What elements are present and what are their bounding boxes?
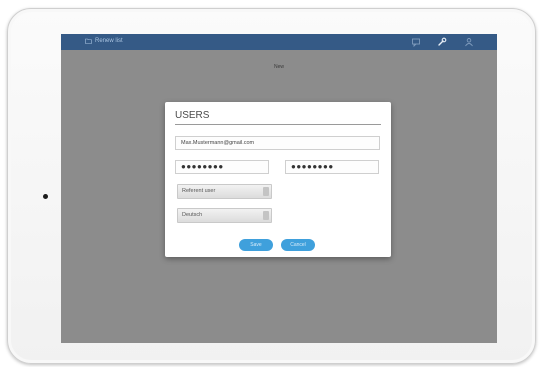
user-icon[interactable] bbox=[464, 37, 474, 47]
chat-icon[interactable] bbox=[411, 37, 421, 47]
password-field[interactable]: ●●●●●●●● bbox=[175, 160, 269, 174]
email-field[interactable]: Max.Mustermann@gmail.com bbox=[175, 136, 380, 150]
language-select[interactable]: Deutsch bbox=[177, 208, 272, 223]
cancel-button[interactable]: Cancel bbox=[281, 239, 315, 251]
app-screen: Renew list New USERS Max.Mustermann@gmai… bbox=[61, 34, 497, 343]
dialog-title: USERS bbox=[175, 110, 210, 121]
users-dialog: USERS Max.Mustermann@gmail.com ●●●●●●●● … bbox=[165, 102, 391, 257]
page-subtitle: New bbox=[273, 64, 284, 70]
dropdown-handle-icon bbox=[263, 211, 269, 220]
save-button[interactable]: Save bbox=[239, 239, 273, 251]
header-title-group[interactable]: Renew list bbox=[85, 38, 123, 44]
top-bar: Renew list bbox=[61, 34, 497, 50]
title-divider bbox=[175, 124, 381, 125]
wrench-icon[interactable] bbox=[437, 37, 447, 47]
folder-icon bbox=[85, 38, 92, 44]
header-title: Renew list bbox=[95, 38, 123, 44]
role-select-value: Referent user bbox=[182, 188, 216, 194]
role-select[interactable]: Referent user bbox=[177, 184, 272, 199]
dropdown-handle-icon bbox=[263, 187, 269, 196]
password-confirm-field[interactable]: ●●●●●●●● bbox=[285, 160, 379, 174]
language-select-value: Deutsch bbox=[182, 212, 203, 218]
home-button[interactable] bbox=[43, 194, 48, 199]
